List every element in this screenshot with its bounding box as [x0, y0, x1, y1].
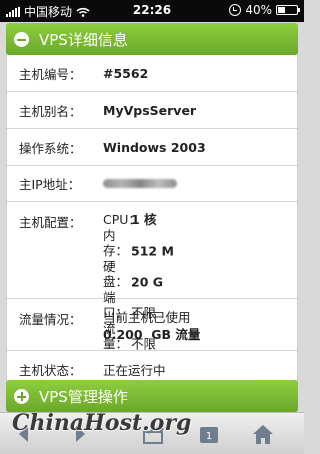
- battery-percent: 40%: [245, 3, 272, 17]
- host-alias-value: MyVpsServer: [103, 102, 197, 118]
- redaction-blur: [103, 179, 177, 188]
- config-list: CPU：1 核 内存： 512 M 硬盘： 20 G 端口： 不限 流量： 不限: [103, 212, 297, 351]
- cpu-key: CPU：: [103, 212, 141, 227]
- orientation-lock-icon: [229, 4, 242, 16]
- plus-circle-icon: [14, 388, 29, 404]
- battery-icon: [276, 5, 300, 15]
- traffic-line1: 当前主机已使用: [103, 310, 191, 325]
- memory-key: 内存：: [103, 227, 129, 259]
- status-value: 正在运行中: [103, 362, 166, 378]
- config-label: 主机配置：: [19, 215, 82, 230]
- tabs-icon[interactable]: 1: [196, 421, 222, 447]
- ip-label: 主IP地址：: [19, 177, 81, 192]
- memory-value: 512 M: [131, 243, 174, 258]
- header-title: VPS详细信息: [39, 30, 128, 49]
- status-bar: 中国移动 22:26 40%: [0, 0, 304, 22]
- disk-key: 硬盘：: [103, 258, 129, 290]
- status-right: 40%: [229, 3, 300, 17]
- home-icon[interactable]: [250, 421, 276, 447]
- cpu-value: 1 核: [131, 212, 157, 227]
- row-ip: 主IP地址：: [7, 166, 297, 202]
- row-os: 操作系统： Windows 2003: [7, 129, 297, 166]
- traffic-line2: 0.200 GB 流量: [103, 327, 201, 342]
- row-host-alias: 主机别名： MyVpsServer: [7, 92, 297, 129]
- traffic-usage: 当前主机已使用 0.200 GB 流量: [103, 309, 297, 350]
- tabs-count: 1: [206, 431, 212, 442]
- vps-details-panel: 主机编号： #5562 主机别名： MyVpsServer 操作系统： Wind…: [6, 55, 298, 380]
- minus-circle-icon: [14, 31, 29, 47]
- ip-value-redacted: [103, 176, 297, 191]
- host-id-value: #5562: [103, 65, 149, 81]
- os-label: 操作系统：: [19, 140, 82, 156]
- footer-title: VPS管理操作: [39, 387, 128, 406]
- row-config: 主机配置： CPU：1 核 内存： 512 M 硬盘： 20 G 端口： 不限 流量：…: [7, 202, 297, 351]
- config-cpu: CPU：1 核: [103, 212, 297, 228]
- battery-fill: [278, 7, 285, 13]
- traffic-label: 流量情况：: [19, 312, 82, 327]
- host-alias-label: 主机别名：: [19, 103, 82, 119]
- status-label: 主机状态：: [19, 362, 82, 378]
- disk-value: 20 G: [131, 274, 164, 289]
- vps-management-header[interactable]: VPS管理操作: [6, 380, 298, 412]
- row-host-id: 主机编号： #5562: [7, 55, 297, 92]
- watermark-logo: ChinaHost.org: [12, 410, 192, 436]
- vps-details-header[interactable]: VPS详细信息: [6, 23, 298, 55]
- config-disk: 硬盘： 20 G: [103, 259, 297, 290]
- config-memory: 内存： 512 M: [103, 228, 297, 259]
- os-value: Windows 2003: [103, 139, 206, 155]
- host-id-label: 主机编号：: [19, 66, 82, 82]
- row-status: 主机状态： 正在运行中: [7, 351, 297, 380]
